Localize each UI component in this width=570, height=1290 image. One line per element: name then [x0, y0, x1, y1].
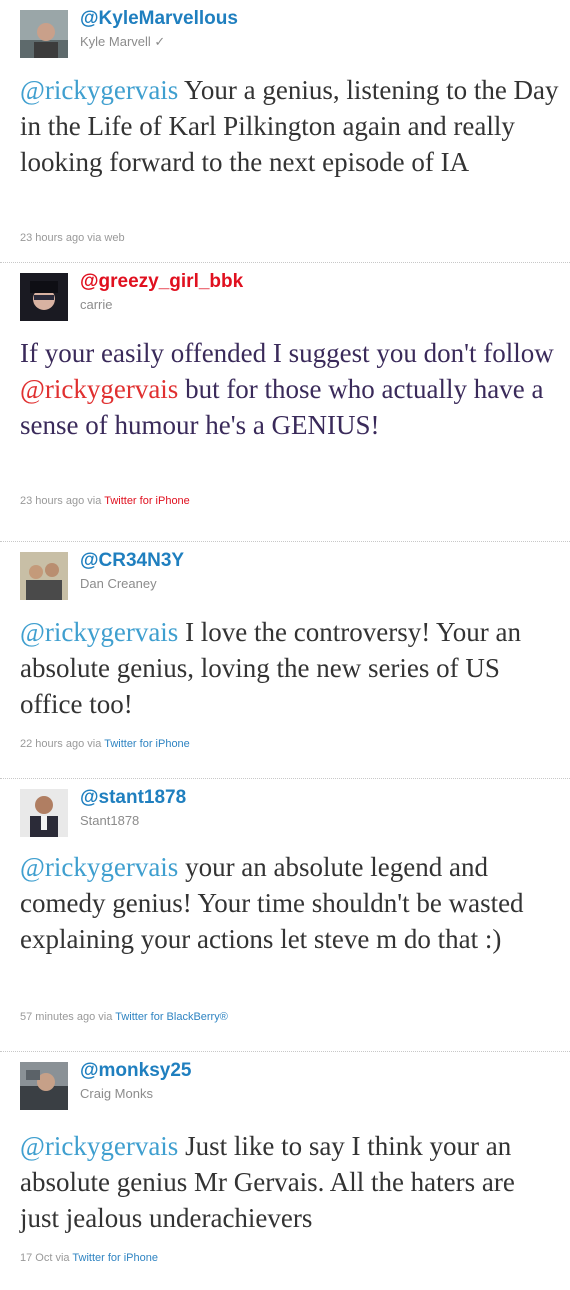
tweet-text: @rickygervais Just like to say I think y…: [20, 1128, 560, 1236]
avatar-photo-icon: [20, 789, 68, 837]
source-link[interactable]: Twitter for iPhone: [104, 495, 190, 507]
timestamp-link[interactable]: 17 Oct: [20, 1252, 52, 1264]
user-full-name: carrie: [80, 297, 113, 312]
source-link[interactable]: Twitter for iPhone: [72, 1252, 158, 1264]
tweet-meta: 23 hours ago via web: [20, 232, 125, 244]
user-handle-link[interactable]: @greezy_girl_bbk: [80, 271, 243, 293]
mention-link[interactable]: @rickygervais: [20, 374, 178, 404]
tweet-text: @rickygervais your an absolute legend an…: [20, 849, 560, 957]
avatar-photo-icon: [20, 1062, 68, 1110]
tweet-meta: 22 hours ago via Twitter for iPhone: [20, 738, 190, 750]
tweet-text: @rickygervais Your a genius, listening t…: [20, 72, 560, 180]
via-label: via: [84, 495, 105, 507]
mention-link[interactable]: @rickygervais: [20, 1131, 178, 1161]
avatar[interactable]: [20, 10, 68, 58]
verified-check-icon: ✓: [154, 34, 166, 49]
user-full-name: Dan Creaney: [80, 576, 157, 591]
user-full-name: Kyle Marvell ✓: [80, 34, 165, 50]
tweet-meta: 57 minutes ago via Twitter for BlackBerr…: [20, 1011, 228, 1023]
mention-link[interactable]: @rickygervais: [20, 617, 178, 647]
tweet: @stant1878 Stant1878 @rickygervais your …: [0, 779, 570, 1051]
avatar[interactable]: [20, 1062, 68, 1110]
mention-link[interactable]: @rickygervais: [20, 75, 178, 105]
timestamp-link[interactable]: 22 hours ago: [20, 738, 84, 750]
via-label: via: [84, 232, 105, 244]
avatar[interactable]: [20, 552, 68, 600]
timestamp-link[interactable]: 23 hours ago: [20, 232, 84, 244]
user-handle-link[interactable]: @monksy25: [80, 1060, 191, 1082]
user-handle-link[interactable]: @stant1878: [80, 787, 186, 809]
tweet-feed: @KyleMarvellous Kyle Marvell ✓ @rickyger…: [0, 0, 570, 1290]
user-handle-link[interactable]: @KyleMarvellous: [80, 8, 238, 30]
tweet: @greezy_girl_bbk carrie If your easily o…: [0, 263, 570, 541]
avatar-photo-icon: [20, 273, 68, 321]
avatar-photo-icon: [20, 10, 68, 58]
timestamp-link[interactable]: 23 hours ago: [20, 495, 84, 507]
tweet: @monksy25 Craig Monks @rickygervais Just…: [0, 1052, 570, 1290]
tweet-text: If your easily offended I suggest you do…: [20, 335, 560, 443]
avatar-photo-icon: [20, 552, 68, 600]
tweet-meta: 17 Oct via Twitter for iPhone: [20, 1252, 158, 1264]
via-label: via: [52, 1252, 73, 1264]
tweet-meta: 23 hours ago via Twitter for iPhone: [20, 495, 190, 507]
source-label: web: [104, 232, 125, 244]
avatar[interactable]: [20, 789, 68, 837]
user-full-name: Craig Monks: [80, 1086, 153, 1101]
tweet-text-before: If your easily offended I suggest you do…: [20, 338, 554, 368]
timestamp-link[interactable]: 57 minutes ago: [20, 1011, 95, 1023]
tweet-text: @rickygervais I love the controversy! Yo…: [20, 614, 560, 722]
user-name: Kyle Marvell: [80, 34, 151, 49]
via-label: via: [95, 1011, 116, 1023]
via-label: via: [84, 738, 105, 750]
tweet: @CR34N3Y Dan Creaney @rickygervais I lov…: [0, 542, 570, 778]
mention-link[interactable]: @rickygervais: [20, 852, 178, 882]
user-handle-link[interactable]: @CR34N3Y: [80, 550, 184, 572]
source-link[interactable]: Twitter for iPhone: [104, 738, 190, 750]
tweet: @KyleMarvellous Kyle Marvell ✓ @rickyger…: [0, 0, 570, 262]
user-full-name: Stant1878: [80, 813, 140, 828]
source-link[interactable]: Twitter for BlackBerry®: [115, 1011, 228, 1023]
avatar[interactable]: [20, 273, 68, 321]
